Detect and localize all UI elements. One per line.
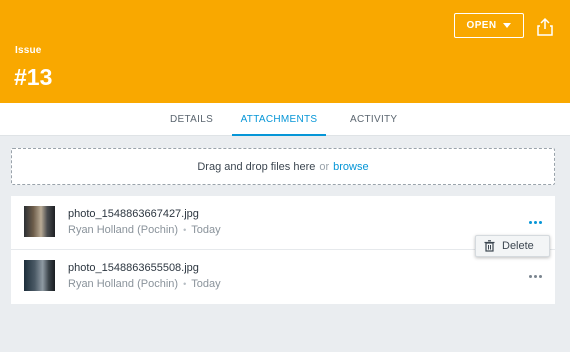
caret-down-icon <box>503 23 512 28</box>
attachment-row[interactable]: photo_1548863667427.jpg Ryan Holland (Po… <box>11 196 555 250</box>
tab-details[interactable]: DETAILS <box>170 103 213 136</box>
status-label: OPEN <box>466 20 497 31</box>
tab-bar: DETAILS ATTACHMENTS ACTIVITY <box>0 103 570 136</box>
trash-icon <box>484 240 495 252</box>
separator-dot: • <box>183 225 187 235</box>
more-options-icon[interactable] <box>527 216 543 228</box>
file-dropzone[interactable]: Drag and drop files here or browse <box>11 148 555 185</box>
attachment-row[interactable]: photo_1548863655508.jpg Ryan Holland (Po… <box>11 250 555 304</box>
attachment-date: Today <box>191 278 221 290</box>
issue-type-label: Issue <box>15 45 42 56</box>
attachment-list: photo_1548863667427.jpg Ryan Holland (Po… <box>11 196 555 304</box>
attachment-filename[interactable]: photo_1548863667427.jpg <box>68 208 199 220</box>
dropzone-or: or <box>319 160 330 173</box>
delete-label: Delete <box>502 240 534 252</box>
attachment-filename[interactable]: photo_1548863655508.jpg <box>68 262 199 274</box>
more-options-icon[interactable] <box>527 270 543 282</box>
issue-header: Issue #13 OPEN <box>0 0 570 103</box>
photo-thumbnail[interactable] <box>24 260 55 291</box>
share-icon[interactable] <box>536 17 554 37</box>
browse-link[interactable]: browse <box>333 161 368 173</box>
status-dropdown-button[interactable]: OPEN <box>454 13 524 38</box>
attachment-author: Ryan Holland (Pochin) <box>68 224 179 236</box>
delete-menu-item[interactable]: Delete <box>475 235 550 257</box>
separator-dot: • <box>183 279 187 289</box>
photo-thumbnail[interactable] <box>24 206 55 237</box>
tab-attachments[interactable]: ATTACHMENTS <box>232 103 326 136</box>
tab-activity[interactable]: ACTIVITY <box>350 103 397 136</box>
attachment-meta: Ryan Holland (Pochin) • Today <box>68 224 221 236</box>
dropzone-text: Drag and drop files here <box>197 160 316 173</box>
issue-number: #13 <box>14 64 53 90</box>
attachment-meta: Ryan Holland (Pochin) • Today <box>68 278 221 290</box>
attachment-date: Today <box>191 224 221 236</box>
attachment-author: Ryan Holland (Pochin) <box>68 278 179 290</box>
